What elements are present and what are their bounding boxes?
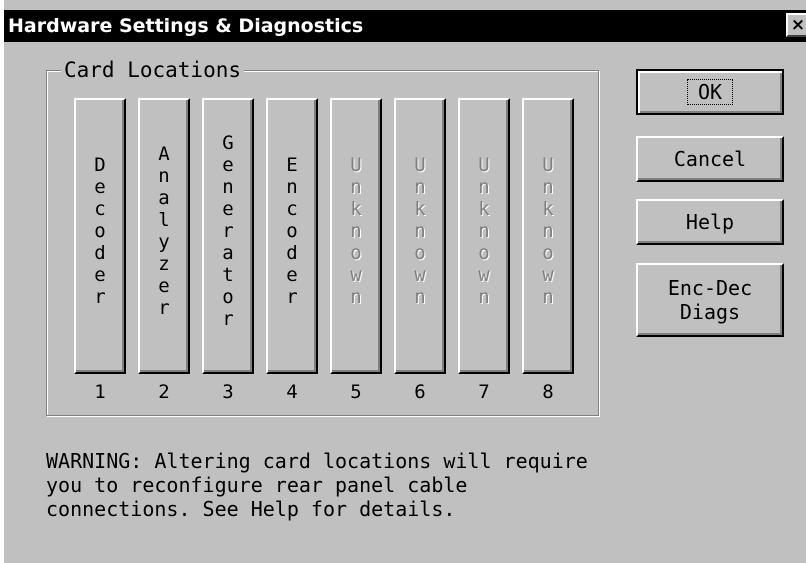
- help-button[interactable]: Help: [636, 199, 784, 245]
- slot-number-1: 1: [94, 381, 106, 403]
- cancel-button[interactable]: Cancel: [636, 136, 784, 182]
- hardware-settings-dialog: Hardware Settings & Diagnostics × Card L…: [0, 0, 806, 563]
- card-slot-5-button[interactable]: Unknown: [330, 98, 382, 374]
- slot-number-6: 6: [414, 381, 426, 403]
- title-bar[interactable]: Hardware Settings & Diagnostics ×: [4, 10, 806, 42]
- warning-line-3: connections. See Help for details.: [46, 497, 456, 521]
- window-title: Hardware Settings & Diagnostics: [8, 15, 364, 37]
- slot-number-5: 5: [350, 381, 362, 403]
- warning-line-2: you to reconfigure rear panel cable: [46, 473, 468, 497]
- enc-dec-diags-label-line2: Diags: [679, 300, 741, 324]
- card-slot-3-label: Generator: [222, 132, 234, 330]
- ok-button-label: OK: [686, 79, 734, 105]
- card-slot-8-label: Unknown: [542, 154, 554, 308]
- card-slot-2-button[interactable]: Analyzer: [138, 98, 190, 374]
- slot-number-3: 3: [222, 381, 234, 403]
- help-button-label: Help: [685, 210, 735, 234]
- card-slot-4-button[interactable]: Encoder: [266, 98, 318, 374]
- slot-number-2: 2: [158, 381, 170, 403]
- card-slot-7-label: Unknown: [478, 154, 490, 308]
- card-slot-6-label: Unknown: [414, 154, 426, 308]
- enc-dec-diags-label-line1: Enc-Dec: [667, 276, 753, 300]
- slot-number-7: 7: [478, 381, 490, 403]
- card-locations-groupbox: [46, 70, 599, 416]
- ok-button[interactable]: OK: [636, 69, 784, 115]
- card-slot-8-button[interactable]: Unknown: [522, 98, 574, 374]
- card-slot-6-button[interactable]: Unknown: [394, 98, 446, 374]
- slot-number-8: 8: [542, 381, 554, 403]
- card-slot-1-button[interactable]: Decoder: [74, 98, 126, 374]
- slot-number-4: 4: [286, 381, 298, 403]
- close-button[interactable]: ×: [786, 13, 806, 37]
- card-locations-label: Card Locations: [61, 57, 245, 83]
- cancel-button-label: Cancel: [673, 147, 747, 171]
- card-slot-2-label: Analyzer: [158, 143, 170, 319]
- card-slot-5-label: Unknown: [350, 154, 362, 308]
- card-slot-4-label: Encoder: [286, 154, 298, 308]
- enc-dec-diags-button[interactable]: Enc-Dec Diags: [636, 263, 784, 337]
- card-slot-1-label: Decoder: [94, 154, 106, 308]
- warning-line-1: WARNING: Altering card locations will re…: [46, 449, 588, 473]
- warning-message: WARNING: Altering card locations will re…: [46, 449, 806, 521]
- card-slot-3-button[interactable]: Generator: [202, 98, 254, 374]
- card-slot-7-button[interactable]: Unknown: [458, 98, 510, 374]
